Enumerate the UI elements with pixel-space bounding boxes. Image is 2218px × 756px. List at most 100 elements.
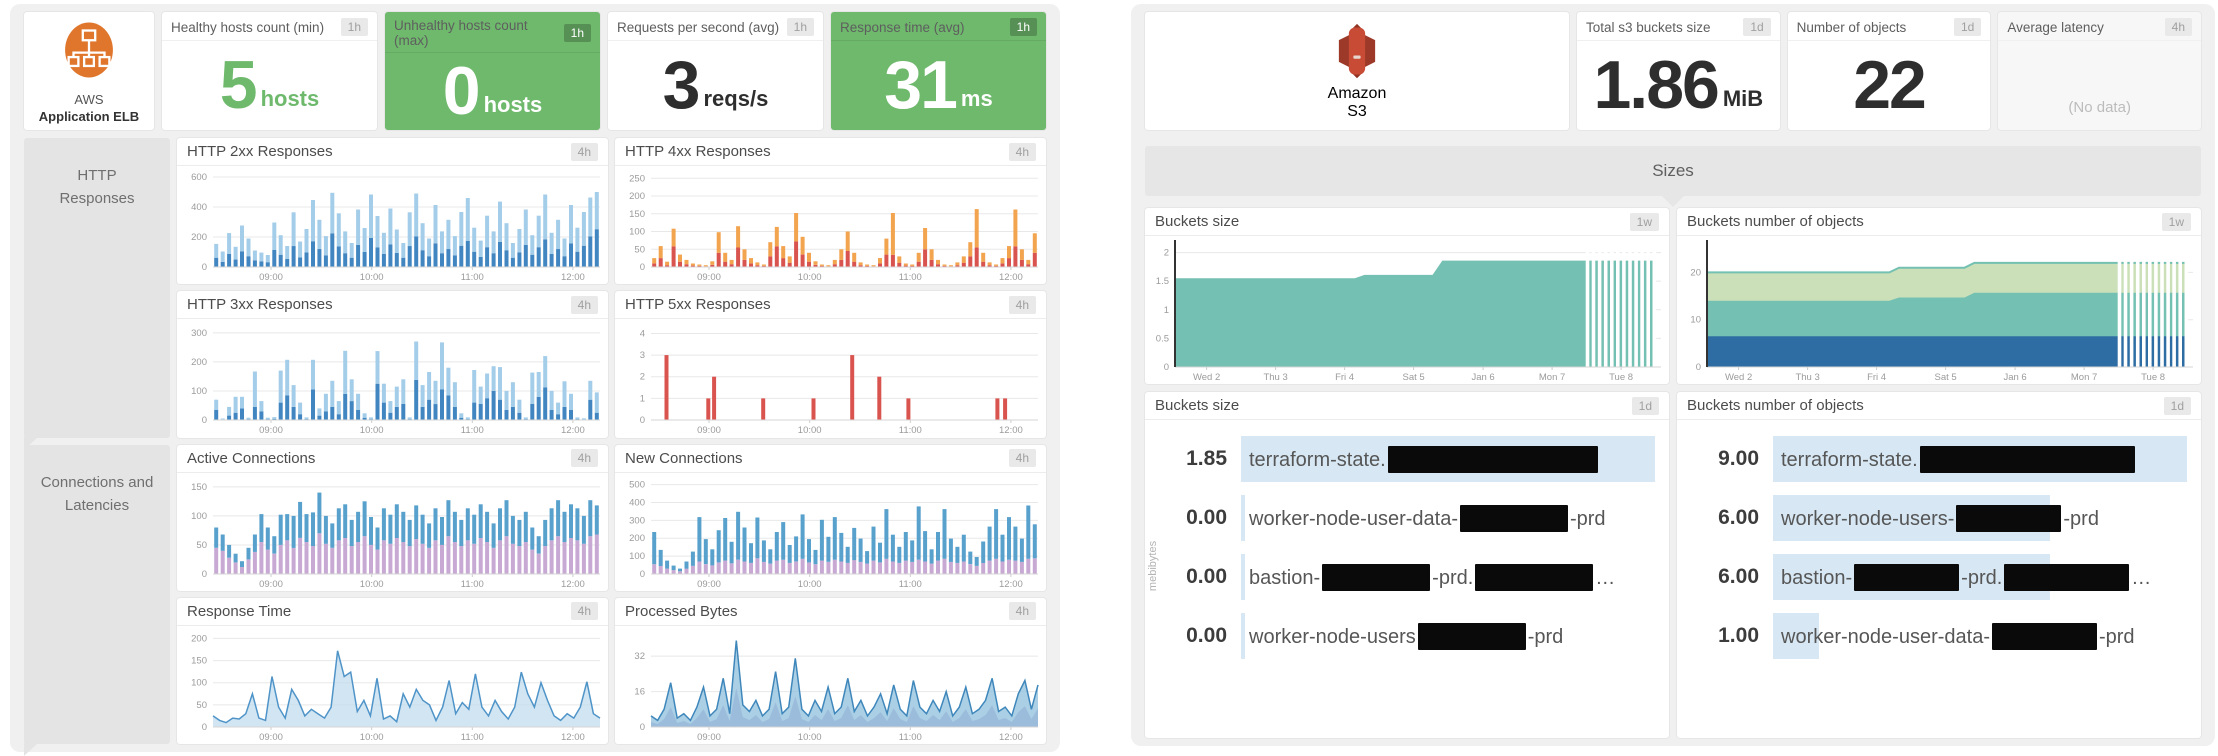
- panel-buckets-size-list: Buckets size 1d mebibytes 1.85 terraform-s…: [1145, 392, 1669, 738]
- s3-stat-row: Amazon S3 Total s3 buckets size 1d 1.86 Mi…: [1145, 12, 2202, 130]
- svg-text:250: 250: [629, 173, 645, 184]
- timerange-badge: 1d: [1953, 18, 1982, 36]
- svg-text:0: 0: [640, 569, 645, 580]
- stat-title: Unhealthy hosts count (max): [394, 18, 528, 48]
- svg-text:09:00: 09:00: [697, 272, 721, 283]
- svg-text:11:00: 11:00: [899, 579, 922, 590]
- svg-text:11:00: 11:00: [461, 579, 484, 590]
- svg-text:11:00: 11:00: [899, 272, 922, 283]
- panel-buckets-size-chart: Buckets size 1w 0 0.5 1 1.5 2 Wed 2 Thu 3 Fri 4 S…: [1145, 208, 1669, 384]
- stat-value: 22: [1853, 46, 1927, 123]
- s3-icon: [1328, 22, 1386, 85]
- section-label-connections-latencies: Connections and Latencies: [24, 444, 170, 756]
- stat-value: 3: [662, 46, 701, 123]
- svg-text:12:00: 12:00: [561, 732, 585, 743]
- panel-http-5xx-responses: HTTP 5xx Responses 4h 0 1 2 3 4 09:00 10:00 11:0…: [615, 291, 1046, 438]
- new-connections-chart[interactable]: 0 100 200 300 400 500 09:00 10:00 11:00 12:00: [615, 473, 1046, 591]
- section-label-text: Connections and Latencies: [40, 473, 154, 514]
- http-3xx-chart[interactable]: 0 100 200 300 09:00 10:00 11:00 12:00: [177, 319, 608, 437]
- panel-title[interactable]: HTTP 5xx Responses: [625, 296, 771, 313]
- active-connections-chart[interactable]: 0 50 100 150 09:00 10:00 11:00 12:00: [177, 473, 608, 591]
- svg-text:10: 10: [1690, 315, 1701, 326]
- svg-text:0.5: 0.5: [1156, 333, 1169, 344]
- timerange-badge: 1d: [1631, 396, 1659, 415]
- svg-text:Jan 6: Jan 6: [2003, 372, 2026, 383]
- dashboard-page: AWS Application ELB Healthy hosts count …: [0, 0, 2218, 756]
- svg-text:09:00: 09:00: [697, 425, 721, 436]
- timerange-badge: 1d: [1743, 18, 1771, 36]
- svg-text:10:00: 10:00: [360, 272, 384, 283]
- panel-title[interactable]: Buckets size: [1155, 213, 1239, 230]
- timerange-badge: 1h: [786, 18, 814, 36]
- panel-buckets-objects-chart: Buckets number of objects 1w 0 10 20 Wed 2 Th…: [1677, 208, 2201, 384]
- panel-title[interactable]: Processed Bytes: [625, 603, 738, 620]
- svg-text:400: 400: [191, 202, 207, 213]
- redacted-text: [1475, 563, 1594, 591]
- redacted-text: [1956, 504, 2062, 532]
- svg-text:Tue 8: Tue 8: [1609, 372, 1633, 383]
- svg-text:2: 2: [640, 372, 645, 383]
- bucket-value: 6.00: [1718, 506, 1759, 529]
- bucket-label: worker-node-users- -prd: [1773, 495, 2187, 541]
- stat-requests-per-second: Requests per second (avg) 1h 3 reqs/s: [608, 12, 823, 130]
- buckets-size-chart[interactable]: 0 0.5 1 1.5 2 Wed 2 Thu 3 Fri 4 Sat 5 Jan 6 Mon 7 T…: [1145, 236, 1669, 384]
- bucket-name-text: bastion- -prd.…: [1249, 563, 1615, 591]
- stat-title: Requests per second (avg): [617, 19, 780, 35]
- bucket-value: 1.85: [1186, 447, 1227, 470]
- svg-text:200: 200: [629, 191, 645, 202]
- svg-text:09:00: 09:00: [259, 425, 283, 436]
- panel-title[interactable]: Active Connections: [187, 450, 315, 467]
- panel-title[interactable]: Buckets number of objects: [1687, 397, 1864, 414]
- stat-unit: reqs/s: [703, 85, 769, 111]
- bucket-label: bastion- -prd.…: [1241, 554, 1655, 600]
- http-2xx-chart[interactable]: 0 200 400 600 09:00 10:00 11:00 12:00: [177, 166, 608, 284]
- app-name-line1: AWS: [74, 91, 104, 107]
- timerange-badge: 1h: [1009, 18, 1037, 36]
- stat-title: Average latency: [2007, 19, 2104, 35]
- http-5xx-chart[interactable]: 0 1 2 3 4 09:00 10:00 11:00 12:00: [615, 319, 1046, 437]
- svg-text:10:00: 10:00: [360, 579, 384, 590]
- timerange-badge: 4h: [1008, 295, 1036, 314]
- stat-title: Healthy hosts count (min): [171, 19, 325, 35]
- redacted-text: [1417, 622, 1526, 650]
- app-name-line1: Amazon: [1327, 84, 1387, 102]
- svg-text:150: 150: [191, 481, 207, 492]
- stat-healthy-hosts: Healthy hosts count (min) 1h 5 hosts: [162, 12, 377, 130]
- redacted-text: [1387, 445, 1598, 473]
- svg-text:11:00: 11:00: [461, 425, 484, 436]
- bucket-name-text: worker-node-user-data- -prd: [1781, 622, 2135, 650]
- svg-text:0: 0: [202, 262, 207, 273]
- stat-value: 5: [219, 46, 258, 123]
- svg-text:12:00: 12:00: [561, 425, 585, 436]
- panel-title[interactable]: Buckets size: [1155, 397, 1239, 414]
- panel-title[interactable]: Buckets number of objects: [1687, 213, 1864, 230]
- svg-text:200: 200: [629, 533, 645, 544]
- panel-title[interactable]: New Connections: [625, 450, 743, 467]
- svg-text:100: 100: [629, 551, 645, 562]
- panel-active-connections: Active Connections 4h 0 50 100 150 09:00 10:00…: [177, 444, 608, 591]
- stat-title: Number of objects: [1796, 19, 1907, 35]
- processed-bytes-chart[interactable]: 0 16 32 09:00 10:00 11:00 12:00: [615, 626, 1046, 744]
- panel-title[interactable]: HTTP 3xx Responses: [187, 296, 333, 313]
- bucket-name-text: bastion- -prd.…: [1781, 563, 2151, 591]
- svg-text:09:00: 09:00: [697, 579, 721, 590]
- panel-title[interactable]: HTTP 2xx Responses: [187, 143, 333, 160]
- stat-unit: hosts: [483, 91, 543, 117]
- panel-title[interactable]: HTTP 4xx Responses: [625, 143, 771, 160]
- svg-text:150: 150: [191, 655, 207, 666]
- section-row-sizes[interactable]: Sizes: [1145, 146, 2201, 207]
- svg-text:12:00: 12:00: [999, 272, 1023, 283]
- response-time-chart[interactable]: 0 50 100 150 200 09:00 10:00 11:00 12:00: [177, 626, 608, 744]
- svg-text:12:00: 12:00: [561, 579, 585, 590]
- svg-text:100: 100: [191, 510, 207, 521]
- panel-title[interactable]: Response Time: [187, 603, 291, 620]
- redacted-text: [1991, 622, 2097, 650]
- bucket-value: 1.00: [1718, 624, 1759, 647]
- svg-text:0: 0: [640, 415, 645, 426]
- app-name-line2: S3: [1347, 102, 1367, 120]
- timerange-badge: 1h: [340, 18, 368, 36]
- panel-http-4xx-responses: HTTP 4xx Responses 4h 0 50 100 150 200 250 09:0…: [615, 138, 1046, 285]
- redacted-text: [1919, 445, 2135, 473]
- buckets-objects-chart[interactable]: 0 10 20 Wed 2 Thu 3 Fri 4 Sat 5 Jan 6 Mon 7 Tue 8: [1677, 236, 2201, 384]
- http-4xx-chart[interactable]: 0 50 100 150 200 250 09:00 10:00 11:00 12:00: [615, 166, 1046, 284]
